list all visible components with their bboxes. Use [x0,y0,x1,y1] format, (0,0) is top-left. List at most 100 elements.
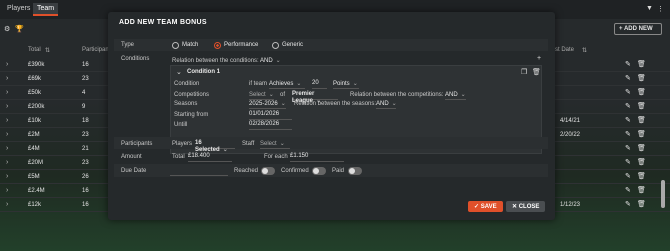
trash-icon[interactable]: 🗑 [637,74,646,82]
row-total: £390k [28,62,45,68]
chevron-down-icon[interactable]: ⌄ [176,68,182,76]
edit-icon[interactable]: ✎ [625,88,631,96]
scrollbar[interactable] [661,180,665,208]
trash-icon[interactable]: 🗑 [637,88,646,96]
more-icon[interactable]: ⋮ [657,5,664,13]
chevron-right-icon[interactable]: › [6,103,8,110]
row-total: £50k [28,90,42,96]
chevron-right-icon[interactable]: › [6,75,8,82]
row-total: £200k [28,104,45,110]
chevron-right-icon[interactable]: › [6,201,8,208]
type-match-radio[interactable] [172,42,179,49]
edit-icon[interactable]: ✎ [625,60,631,68]
tab-players[interactable]: Players [3,3,34,16]
row-participants: 16 [82,62,89,68]
row-participants: 4 [82,90,86,96]
starting-date-input[interactable]: 01/01/2026 [249,111,292,120]
due-date-label: Due Date [121,168,147,174]
row-date: 2/20/22 [560,132,581,138]
trophy-icon[interactable]: 🏆 [15,25,24,33]
conditions-label: Conditions [121,56,150,62]
col-date[interactable]: st Date [555,47,574,53]
chevron-right-icon[interactable]: › [6,61,8,68]
type-label: Type [121,42,135,48]
row-participants: 23 [82,76,89,82]
trash-icon[interactable]: 🗑 [532,68,541,76]
of-label: of [280,92,286,98]
edit-icon[interactable]: ✎ [625,102,631,110]
chevron-right-icon[interactable]: › [6,145,8,152]
filter-icon[interactable]: ▼ [646,5,653,12]
trash-icon[interactable]: 🗑 [637,144,646,152]
reached-toggle[interactable] [261,167,275,175]
edit-icon[interactable]: ✎ [625,200,631,208]
condition-label: Condition [174,81,200,87]
trash-icon[interactable]: 🗑 [637,200,646,208]
trash-icon[interactable]: 🗑 [637,172,646,180]
paid-label: Paid [332,168,345,174]
edit-icon[interactable]: ✎ [625,186,631,194]
edit-icon[interactable]: ✎ [625,116,631,124]
chevron-right-icon[interactable]: › [6,187,8,194]
row-total: £4M [28,146,40,152]
type-performance-label: Performance [224,42,259,48]
chevron-right-icon[interactable]: › [6,89,8,96]
total-input[interactable]: £18.400 [188,153,232,162]
col-total[interactable]: Total [28,47,41,53]
if-team-label: if team [249,81,268,87]
modal-title: ADD NEW TEAM BONUS [119,19,207,26]
copy-icon[interactable]: ❐ [521,68,527,76]
seasons-label: Seasons [174,101,198,107]
edit-icon[interactable]: ✎ [625,74,631,82]
competition-select[interactable]: Select ⌄ [249,91,274,100]
add-new-button[interactable]: + ADD NEW [614,23,662,35]
row-total: £12k [28,202,42,208]
close-button[interactable]: ✕ CLOSE [506,201,546,212]
row-participants: 21 [82,146,89,152]
sort-icon[interactable]: ⇅ [582,47,587,54]
for-each-label: For each [264,154,288,160]
amount-value-input[interactable]: 20 [312,80,327,89]
rel-competitions-select[interactable]: AND ⌄ [445,91,466,100]
relation-label: Relation between the conditions: [172,58,259,64]
settings-icon[interactable]: ⚙ [4,25,10,33]
edit-icon[interactable]: ✎ [625,172,631,180]
due-date-input[interactable] [170,167,228,176]
type-match-label: Match [182,42,199,48]
save-button[interactable]: ✓ SAVE [468,201,503,212]
until-date-input[interactable]: 02/28/2026 [249,121,292,130]
edit-icon[interactable]: ✎ [625,130,631,138]
edit-icon[interactable]: ✎ [625,158,631,166]
achieves-select[interactable]: Achieves ⌄ [269,80,305,89]
row-participants: 9 [82,104,86,110]
trash-icon[interactable]: 🗑 [637,60,646,68]
sort-icon[interactable]: ⇅ [45,47,50,54]
chevron-right-icon[interactable]: › [6,117,8,124]
trash-icon[interactable]: 🗑 [637,102,646,110]
for-each-input[interactable]: £1.150 [290,153,344,162]
trash-icon[interactable]: 🗑 [637,130,646,138]
edit-icon[interactable]: ✎ [625,144,631,152]
season-select[interactable]: 2025-2026 ⌄ [249,100,286,109]
row-total: £20M [28,160,44,166]
paid-toggle[interactable] [348,167,362,175]
points-select[interactable]: Points ⌄ [333,80,359,89]
staff-select[interactable]: Select ⌄ [260,140,290,149]
col-participants[interactable]: Participant [82,47,110,53]
add-condition-icon[interactable]: + [537,55,541,62]
confirmed-toggle[interactable] [312,167,326,175]
chevron-right-icon[interactable]: › [6,173,8,180]
row-total: £2M [28,132,40,138]
trash-icon[interactable]: 🗑 [637,186,646,194]
type-generic-radio[interactable] [272,42,279,49]
rel-seasons-select[interactable]: AND ⌄ [376,100,397,109]
rel-seasons-label: Relation between the seasons: [294,101,377,107]
league-select[interactable]: Premier League ⌄ [292,91,338,104]
trash-icon[interactable]: 🗑 [637,116,646,124]
chevron-right-icon[interactable]: › [6,131,8,138]
players-select[interactable]: 16 Selected ⌄ [195,140,235,153]
trash-icon[interactable]: 🗑 [637,158,646,166]
type-performance-radio[interactable] [214,42,221,49]
tab-team[interactable]: Team [33,3,59,16]
chevron-right-icon[interactable]: › [6,159,8,166]
